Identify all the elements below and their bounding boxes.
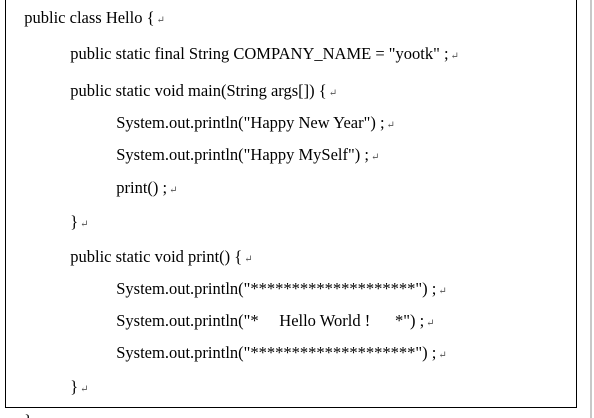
- page-edge: [590, 0, 592, 418]
- paragraph-mark-icon: ↵: [438, 286, 447, 297]
- paragraph-mark-icon: ↵: [370, 152, 380, 163]
- code-line-print-new-year: System.out.println("Happy New Year") ; ↵: [108, 93, 395, 132]
- code-line-close-print: } ↵: [62, 357, 88, 396]
- paragraph-mark-icon: ↵: [80, 384, 89, 395]
- code-line-company-name: public static final String COMPANY_NAME …: [62, 24, 459, 63]
- code-line-close-class: }↵: [16, 391, 43, 418]
- code-text: }: [70, 377, 79, 396]
- paragraph-mark-icon: ↵: [450, 51, 459, 62]
- code-line-main-method: public static void main(String args[]) {…: [62, 61, 337, 100]
- code-line-call-print: print() ; ↵: [108, 158, 177, 197]
- code-text: print() ;: [116, 178, 168, 197]
- paragraph-mark-icon: ↵: [169, 185, 178, 196]
- code-line-print-myself: System.out.println("Happy MySelf") ; ↵: [108, 125, 379, 164]
- paragraph-mark-icon: ↵: [438, 350, 447, 361]
- code-line-print-hello-world: System.out.println("* Hello World ! *") …: [108, 291, 434, 330]
- code-text: System.out.println("********************…: [116, 343, 437, 362]
- code-line-print-stars-top: System.out.println("********************…: [108, 259, 446, 298]
- code-text: }: [24, 411, 32, 418]
- paragraph-mark-icon: ↵: [34, 414, 42, 418]
- code-line-close-main: } ↵: [62, 192, 88, 231]
- paragraph-mark-icon: ↵: [386, 120, 395, 131]
- code-line-print-method: public static void print() {↵: [62, 227, 252, 266]
- code-line-print-stars-bottom: System.out.println("********************…: [108, 323, 446, 362]
